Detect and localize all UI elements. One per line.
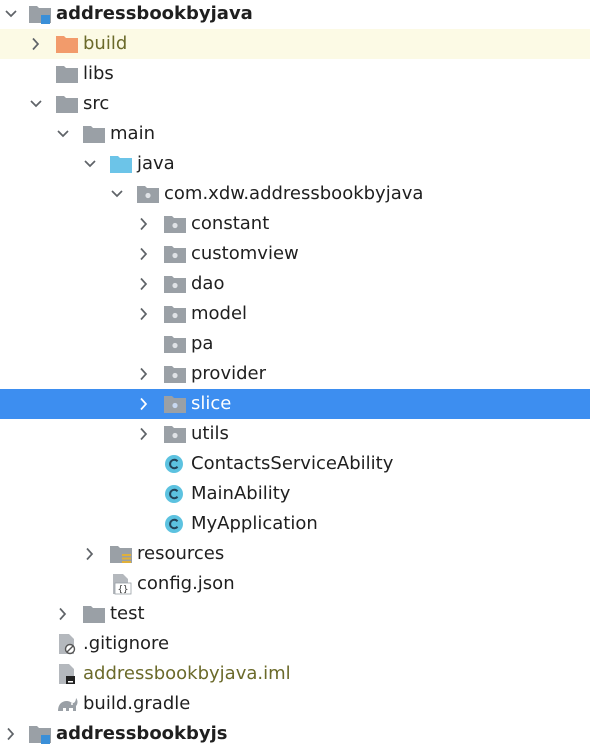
tree-item-label: main [110, 123, 155, 144]
tree-item-com-xdw-addressbookbyjava[interactable]: com.xdw.addressbookbyjava [0, 179, 590, 209]
tree-item-java[interactable]: java [0, 149, 590, 179]
tree-item-label: java [137, 153, 175, 174]
tree-item-label: model [191, 303, 248, 324]
chevron-down-icon[interactable] [81, 155, 99, 173]
tree-item-label: addressbookbyjava.iml [83, 663, 291, 684]
chevron-right-icon[interactable] [135, 275, 153, 293]
tree-item-label: pa [191, 333, 214, 354]
gradle-file-icon [55, 693, 79, 715]
tree-item-label: MainAbility [191, 483, 291, 504]
tree-item-label: build.gradle [83, 693, 191, 714]
tree-item-label: provider [191, 363, 266, 384]
tree-item-label: slice [191, 393, 232, 414]
tree-item-model[interactable]: model [0, 299, 590, 329]
svg-text:{}: {} [118, 585, 129, 595]
folder-icon [82, 603, 106, 625]
tree-item-addressbookbyjava[interactable]: addressbookbyjava [0, 0, 590, 29]
resources-folder-icon [109, 543, 133, 565]
package-icon [163, 363, 187, 385]
tree-item-label: addressbookbyjava [56, 3, 253, 24]
tree-item-gitignore[interactable]: .gitignore [0, 629, 590, 659]
tree-item-utils[interactable]: utils [0, 419, 590, 449]
tree-item-label: config.json [137, 573, 235, 594]
tree-item-libs[interactable]: libs [0, 59, 590, 89]
chevron-down-icon[interactable] [108, 185, 126, 203]
java-class-icon [163, 453, 187, 475]
tree-item-test[interactable]: test [0, 599, 590, 629]
gitignore-file-icon [55, 633, 79, 655]
tree-item-pa[interactable]: pa [0, 329, 590, 359]
module-folder-icon [28, 723, 52, 745]
package-icon [163, 393, 187, 415]
chevron-right-icon[interactable] [54, 605, 72, 623]
tree-item-slice[interactable]: slice [0, 389, 590, 419]
folder-icon [82, 123, 106, 145]
source-folder-icon [109, 153, 133, 175]
tree-item-dao[interactable]: dao [0, 269, 590, 299]
package-icon [163, 333, 187, 355]
tree-item-label: .gitignore [83, 633, 170, 654]
tree-item-label: build [83, 33, 128, 54]
tree-item-label: libs [83, 63, 114, 84]
tree-item-label: constant [191, 213, 270, 234]
excluded-folder-icon [55, 33, 79, 55]
tree-item-src[interactable]: src [0, 89, 590, 119]
package-icon [163, 423, 187, 445]
tree-item-myapplication[interactable]: MyApplication [0, 509, 590, 539]
chevron-down-icon[interactable] [54, 125, 72, 143]
tree-item-mainability[interactable]: MainAbility [0, 479, 590, 509]
chevron-down-icon[interactable] [27, 95, 45, 113]
package-icon [163, 213, 187, 235]
chevron-right-icon[interactable] [81, 545, 99, 563]
tree-item-label: MyApplication [191, 513, 318, 534]
java-class-icon [163, 483, 187, 505]
package-icon [163, 243, 187, 265]
tree-item-label: com.xdw.addressbookbyjava [164, 183, 424, 204]
tree-item-contactsserviceability[interactable]: ContactsServiceAbility [0, 449, 590, 479]
tree-item-label: dao [191, 273, 225, 294]
tree-item-label: ContactsServiceAbility [191, 453, 394, 474]
folder-icon [55, 63, 79, 85]
iml-file-icon [55, 663, 79, 685]
chevron-right-icon[interactable] [135, 395, 153, 413]
chevron-right-icon[interactable] [2, 725, 20, 743]
java-class-icon [163, 513, 187, 535]
tree-item-build[interactable]: build [0, 29, 590, 59]
tree-item-addressbookbyjava-iml[interactable]: addressbookbyjava.iml [0, 659, 590, 689]
package-icon [136, 183, 160, 205]
chevron-right-icon[interactable] [135, 245, 153, 263]
tree-item-label: test [110, 603, 145, 624]
project-tree: addressbookbyjava build libs src main java com… [0, 0, 590, 745]
tree-item-constant[interactable]: constant [0, 209, 590, 239]
tree-item-config-json[interactable]: {} config.json [0, 569, 590, 599]
package-icon [163, 273, 187, 295]
folder-icon [55, 93, 79, 115]
tree-item-build-gradle[interactable]: build.gradle [0, 689, 590, 719]
tree-item-customview[interactable]: customview [0, 239, 590, 269]
module-folder-icon [28, 3, 52, 25]
chevron-right-icon[interactable] [27, 35, 45, 53]
tree-item-label: utils [191, 423, 229, 444]
chevron-right-icon[interactable] [135, 365, 153, 383]
tree-item-resources[interactable]: resources [0, 539, 590, 569]
tree-item-provider[interactable]: provider [0, 359, 590, 389]
tree-item-label: customview [191, 243, 299, 264]
chevron-right-icon[interactable] [135, 305, 153, 323]
chevron-right-icon[interactable] [135, 215, 153, 233]
chevron-right-icon[interactable] [135, 425, 153, 443]
chevron-down-icon[interactable] [2, 5, 20, 23]
tree-item-main[interactable]: main [0, 119, 590, 149]
package-icon [163, 303, 187, 325]
tree-item-label: resources [137, 543, 225, 564]
json-file-icon: {} [109, 573, 133, 595]
tree-item-label: src [83, 93, 110, 114]
